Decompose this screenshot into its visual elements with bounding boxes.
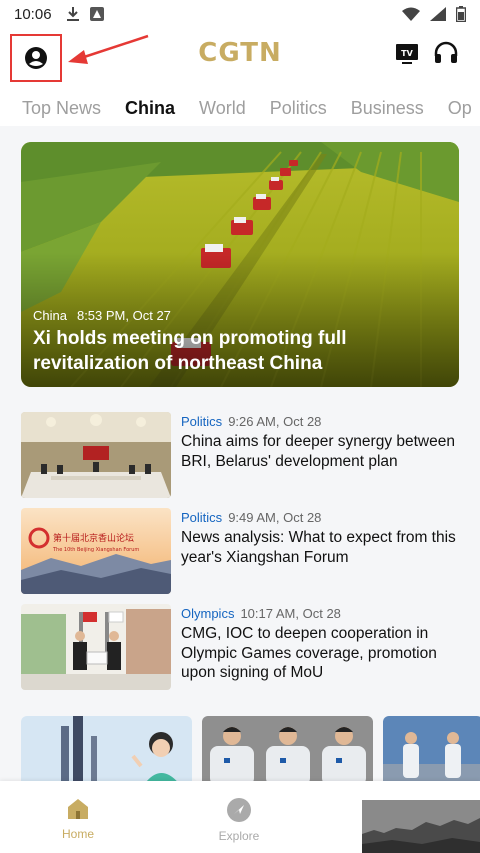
nav-home-label: Home [61, 827, 94, 841]
tab-politics[interactable]: Politics [270, 98, 327, 119]
story-card[interactable] [383, 716, 480, 781]
status-time: 10:06 [14, 5, 52, 23]
headphones-icon[interactable] [433, 40, 459, 66]
svg-text:The 10th Beijing Xiangshan For: The 10th Beijing Xiangshan Forum [52, 547, 139, 553]
hero-category: China [33, 308, 67, 323]
news-category[interactable]: Politics [181, 414, 222, 429]
status-bar: 10:06 [0, 0, 480, 28]
news-thumbnail [21, 604, 171, 690]
news-time: 9:26 AM, Oct 28 [228, 414, 322, 429]
news-category[interactable]: Olympics [181, 606, 234, 621]
crew-salute-image [383, 716, 480, 781]
story-card[interactable] [21, 716, 192, 781]
svg-text:第十届北京香山论坛: 第十届北京香山论坛 [53, 532, 134, 544]
mini-video-player[interactable] [362, 800, 480, 853]
category-tabs: Top News China World Politics Business O… [0, 90, 480, 126]
list-item[interactable]: Olympics 10:17 AM, Oct 28 CMG, IOC to dee… [21, 604, 459, 690]
more-stories-row [21, 716, 480, 781]
news-title: News analysis: What to expect from this … [181, 529, 456, 566]
app-notification-icon [89, 7, 104, 21]
tab-business[interactable]: Business [351, 98, 424, 119]
tab-opinion[interactable]: Op [448, 98, 472, 119]
news-category[interactable]: Politics [181, 510, 222, 525]
svg-text:TV: TV [401, 49, 413, 58]
tab-top-news[interactable]: Top News [22, 98, 101, 119]
news-title: CMG, IOC to deepen cooperation in Olympi… [181, 625, 437, 681]
download-icon [66, 7, 79, 21]
list-item[interactable]: 第十届北京香山论坛 The 10th Beijing Xiangshan For… [21, 508, 459, 594]
video-frame-image [362, 800, 480, 853]
tv-icon[interactable]: TV [395, 42, 419, 66]
meeting-hall-image [21, 412, 171, 498]
battery-icon [456, 6, 466, 22]
hero-story-card[interactable]: China 8:53 PM, Oct 27 Xi holds meeting on… [21, 142, 459, 387]
nav-explore[interactable]: Explore [199, 797, 279, 843]
signal-icon [430, 7, 446, 21]
nav-home[interactable]: Home [38, 797, 118, 841]
app-bar: CGTN TV [0, 28, 480, 84]
tab-world[interactable]: World [199, 98, 246, 119]
astronauts-image [202, 716, 373, 781]
hero-title: Xi holds meeting on promoting full revit… [33, 328, 347, 374]
signing-ceremony-image [21, 604, 171, 690]
forum-banner-image: 第十届北京香山论坛 The 10th Beijing Xiangshan For… [21, 508, 171, 594]
news-title: China aims for deeper synergy between BR… [181, 433, 455, 470]
list-item[interactable]: Politics 9:26 AM, Oct 28 China aims for d… [21, 412, 459, 498]
news-time: 10:17 AM, Oct 28 [240, 606, 341, 621]
tab-china[interactable]: China [125, 98, 175, 119]
news-feed: China 8:53 PM, Oct 27 Xi holds meeting on… [0, 126, 480, 781]
hero-time: 8:53 PM, Oct 27 [76, 308, 171, 323]
wifi-icon [402, 7, 420, 21]
nav-explore-label: Explore [218, 829, 260, 843]
news-time: 9:49 AM, Oct 28 [228, 510, 322, 525]
home-icon [68, 799, 88, 819]
compass-icon [227, 798, 251, 822]
story-card[interactable] [202, 716, 373, 781]
rocket-launch-image [21, 716, 192, 781]
news-thumbnail [21, 412, 171, 498]
hero-meta: China 8:53 PM, Oct 27 [33, 308, 171, 323]
news-thumbnail: 第十届北京香山论坛 The 10th Beijing Xiangshan For… [21, 508, 171, 594]
